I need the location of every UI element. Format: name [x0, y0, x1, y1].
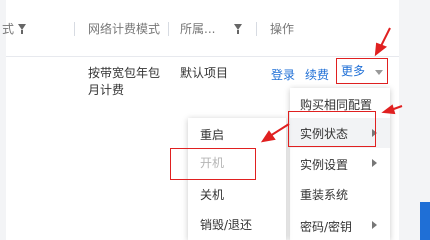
annotation-arrows [260, 27, 403, 143]
annotation-arrow-line [269, 123, 290, 137]
annotation-arrowhead [381, 104, 396, 115]
annotation-arrowhead [374, 42, 388, 57]
